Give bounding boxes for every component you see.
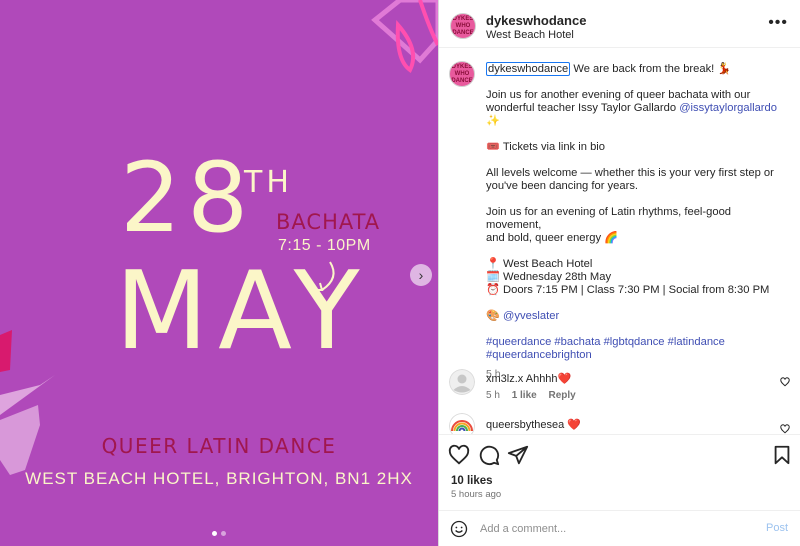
comment-icon[interactable] [478, 444, 500, 466]
caption-venue-line: 📍 West Beach Hotel [486, 258, 593, 270]
avatar-logo-text: DYKES WHO DANCE [452, 15, 474, 36]
caption-times-line: ⏰ Doors 7:15 PM | Class 7:30 PM | Social… [486, 284, 770, 296]
author-avatar[interactable]: DYKES WHO DANCE [450, 13, 476, 39]
caption-text: dykeswhodance We are back from the break… [486, 62, 778, 381]
comments-section[interactable]: DYKES WHO DANCE dykeswhodance We are bac… [439, 49, 800, 434]
comment-likes[interactable]: 1 like [512, 390, 537, 401]
comment-text: ❤️ [567, 419, 582, 431]
carousel-dot-active [212, 531, 217, 536]
post-location[interactable]: West Beach Hotel [486, 29, 574, 41]
caption-date-line: 🗓️ Wednesday 28th May [486, 271, 612, 283]
caption-tickets-line: 🎟️ Tickets via link in bio [486, 141, 606, 153]
post-comment-button[interactable]: Post [766, 522, 788, 534]
emoji-icon[interactable] [450, 520, 468, 538]
bookmark-icon[interactable] [771, 444, 793, 466]
carousel-dot [221, 531, 226, 536]
mention-link[interactable]: @yveslater [503, 310, 559, 322]
comment-input[interactable] [480, 520, 750, 538]
heart-icon[interactable] [780, 377, 790, 387]
rainbow-avatar-icon[interactable] [449, 413, 475, 434]
post-time: 5 hours ago [451, 489, 502, 500]
post-actions: 10 likes 5 hours ago Post [439, 434, 800, 546]
poster-genre: BACHATA [276, 210, 381, 234]
comment-username[interactable]: queersbythesea [486, 419, 564, 431]
caption-line: Join us for another evening of queer bac… [486, 89, 751, 101]
comment-time: 5 h [486, 390, 500, 401]
avatar-logo-text: DYKES WHO DANCE [451, 63, 473, 84]
palette-emoji: 🎨 [486, 310, 500, 322]
caption-line: you've been dancing for years. [486, 180, 639, 192]
share-icon[interactable] [507, 444, 529, 466]
post-side-panel: DYKES WHO DANCE dykeswhodance West Beach… [438, 0, 800, 546]
heart-icon[interactable] [780, 424, 790, 434]
hashtags-line[interactable]: #queerdancebrighton [486, 349, 778, 362]
poster-time: 7:15 - 10PM [278, 237, 371, 254]
poster-event-title: QUEER LATIN DANCE [101, 434, 337, 458]
chevron-right-icon: › [418, 267, 424, 283]
likes-count[interactable]: 10 likes [451, 475, 493, 487]
add-comment-bar: Post [439, 510, 800, 546]
author-username[interactable]: dykeswhodance [486, 13, 586, 28]
caption-line: and bold, queer energy 🌈 [486, 232, 619, 244]
poster-venue: WEST BEACH HOTEL, BRIGHTON, BN1 2HX [25, 469, 413, 488]
poster-date-suffix: TH [244, 165, 293, 200]
sparkles-emoji: ✨ [486, 115, 500, 127]
hashtags-line[interactable]: #queerdance #bachata #lgbtqdance #latind… [486, 336, 778, 349]
caption-line: All levels welcome — whether this is you… [486, 167, 774, 179]
caption-username[interactable]: dykeswhodance [486, 62, 571, 76]
post-header: DYKES WHO DANCE dykeswhodance West Beach… [439, 0, 800, 48]
caption-line: wonderful teacher Issy Taylor Gallardo [486, 102, 677, 114]
comment-username[interactable]: xm3lz.x [486, 373, 523, 385]
caption-line: Join us for an evening of Latin rhythms,… [486, 206, 732, 231]
caption-avatar[interactable]: DYKES WHO DANCE [449, 61, 475, 87]
default-avatar-icon[interactable] [449, 369, 475, 395]
reply-button[interactable]: Reply [549, 390, 576, 401]
carousel-indicator [212, 531, 226, 536]
comment-text: Ahhhh❤️ [525, 373, 572, 385]
mention-link[interactable]: @issytaylorgallardo [679, 102, 777, 114]
poster-date-month: MAY [115, 249, 370, 374]
more-options-button[interactable]: ••• [768, 14, 788, 32]
carousel-next-button[interactable]: › [410, 264, 432, 286]
like-heart-icon[interactable] [448, 444, 470, 466]
post-media[interactable]: 28 TH MAY BACHATA 7:15 - 10PM QUEER LATI… [0, 0, 438, 546]
poster-date-day: 28 [120, 142, 255, 254]
caption-first-line: We are back from the break! 💃 [573, 63, 732, 75]
more-horizontal-icon: ••• [768, 14, 788, 31]
